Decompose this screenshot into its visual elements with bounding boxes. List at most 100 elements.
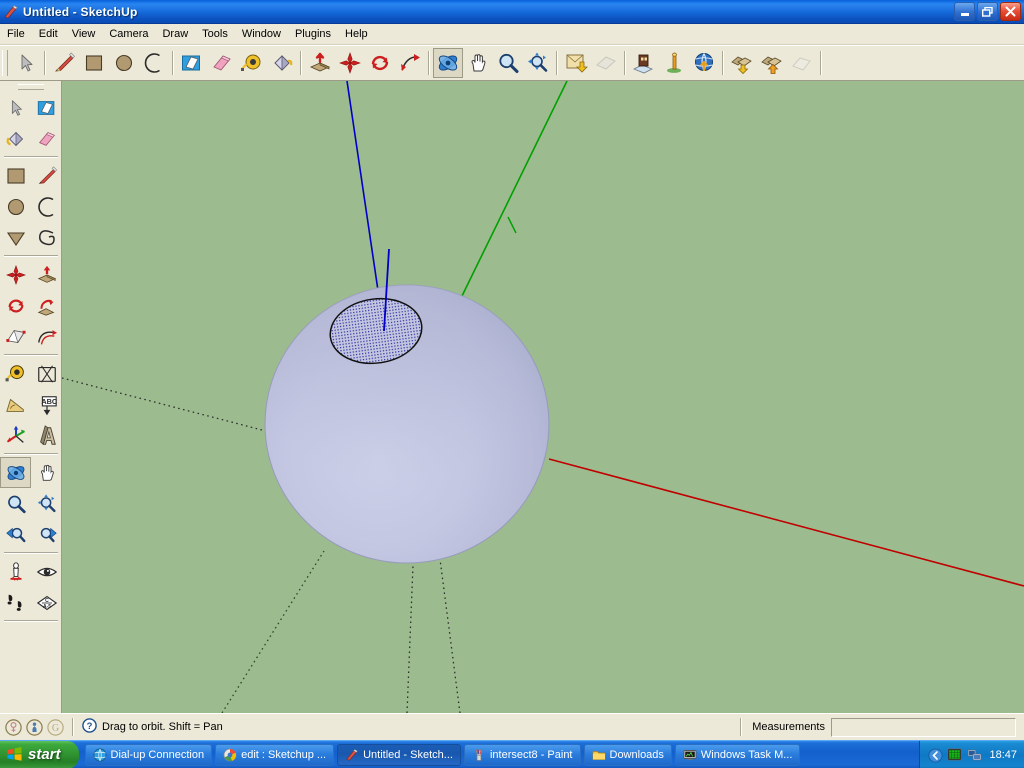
make-component-tool[interactable] xyxy=(31,92,62,123)
follow-me-tool[interactable] xyxy=(395,48,425,78)
model-viewport[interactable] xyxy=(62,81,1024,713)
previous-view-button[interactable] xyxy=(0,519,31,550)
system-clock[interactable]: 18:47 xyxy=(989,749,1017,761)
zoom-tool[interactable] xyxy=(493,48,523,78)
large-tool-set-palette: ABC C A-5 xyxy=(0,81,62,713)
question-mark-icon[interactable]: ? xyxy=(82,718,97,736)
palette-group-camera xyxy=(0,457,62,550)
arc-tool[interactable] xyxy=(139,48,169,78)
axes-tool[interactable] xyxy=(0,420,31,451)
sketchup-window: Untitled - SketchUp File Edit View Camer… xyxy=(0,0,1024,768)
zoom-extents-tool[interactable] xyxy=(523,48,553,78)
taskbar-item-downloads[interactable]: Downloads xyxy=(583,743,672,766)
system-tray: 18:47 xyxy=(919,740,1024,768)
arc-tool[interactable] xyxy=(31,191,62,222)
protractor-tool[interactable] xyxy=(0,389,31,420)
text-tool[interactable]: ABC xyxy=(31,389,62,420)
start-button[interactable]: start xyxy=(0,740,79,768)
share-component-button[interactable] xyxy=(787,48,817,78)
3d-text-tool[interactable] xyxy=(31,420,62,451)
dimension-tool[interactable] xyxy=(31,358,62,389)
rotate-tool[interactable] xyxy=(0,290,31,321)
previous-view-button[interactable] xyxy=(561,48,591,78)
line-tool[interactable] xyxy=(49,48,79,78)
taskbar-item-taskmanager[interactable]: Windows Task M... xyxy=(674,743,801,766)
menu-camera[interactable]: Camera xyxy=(102,25,155,43)
toggle-terrain-button[interactable] xyxy=(689,48,719,78)
tape-measure-tool[interactable] xyxy=(0,358,31,389)
follow-me-tool[interactable] xyxy=(31,290,62,321)
palette-grip[interactable] xyxy=(17,84,44,90)
push-pull-tool[interactable] xyxy=(305,48,335,78)
offset-tool[interactable] xyxy=(31,321,62,352)
measurements-input[interactable] xyxy=(831,717,1016,737)
restore-button[interactable] xyxy=(977,2,998,21)
polygon-tool[interactable] xyxy=(0,222,31,253)
window-controls xyxy=(954,2,1021,21)
taskbar-item-edit-sketchup[interactable]: edit : Sketchup ... xyxy=(215,743,335,766)
share-model-button[interactable] xyxy=(757,48,787,78)
get-current-view-button[interactable] xyxy=(659,48,689,78)
palette-separator xyxy=(3,453,58,455)
menu-view[interactable]: View xyxy=(65,25,103,43)
taskbar-item-label: Downloads xyxy=(609,748,664,761)
paint-bucket-tool[interactable] xyxy=(267,48,297,78)
chevron-left-icon[interactable] xyxy=(928,747,944,763)
google-icon[interactable]: G xyxy=(47,718,64,736)
eraser-tool[interactable] xyxy=(207,48,237,78)
menu-plugins[interactable]: Plugins xyxy=(288,25,338,43)
place-model-button[interactable] xyxy=(629,48,659,78)
next-view-button[interactable] xyxy=(591,48,621,78)
minimize-button[interactable] xyxy=(954,2,975,21)
get-models-button[interactable] xyxy=(727,48,757,78)
position-camera-tool[interactable] xyxy=(0,556,31,587)
taskbar-item-label: intersect8 - Paint xyxy=(489,748,573,761)
eraser-tool[interactable] xyxy=(31,123,62,154)
taskbar-item-sketchup[interactable]: Untitled - Sketch... xyxy=(337,743,461,766)
tray-network-icon[interactable] xyxy=(967,747,982,762)
orbit-tool[interactable] xyxy=(0,457,31,488)
circle-tool[interactable] xyxy=(109,48,139,78)
look-around-tool[interactable] xyxy=(31,556,62,587)
next-view-button[interactable] xyxy=(31,519,62,550)
pan-tool[interactable] xyxy=(463,48,493,78)
line-tool[interactable] xyxy=(31,160,62,191)
menu-window[interactable]: Window xyxy=(235,25,288,43)
zoom-tool[interactable] xyxy=(0,488,31,519)
taskbar-item-dialup[interactable]: Dial-up Connection xyxy=(84,743,213,766)
menu-help[interactable]: Help xyxy=(338,25,375,43)
move-tool[interactable] xyxy=(0,259,31,290)
paint-bucket-tool[interactable] xyxy=(0,123,31,154)
push-pull-tool[interactable] xyxy=(31,259,62,290)
tray-green-grid-icon[interactable] xyxy=(947,747,962,762)
select-tool[interactable] xyxy=(0,92,31,123)
toolbar-grip[interactable] xyxy=(2,50,8,76)
circle-tool[interactable] xyxy=(0,191,31,222)
menu-draw[interactable]: Draw xyxy=(155,25,195,43)
rectangle-tool[interactable] xyxy=(0,160,31,191)
freehand-tool[interactable] xyxy=(31,222,62,253)
scale-tool[interactable] xyxy=(0,321,31,352)
palette-separator xyxy=(3,255,58,257)
select-tool[interactable] xyxy=(11,48,41,78)
close-button[interactable] xyxy=(1000,2,1021,21)
taskbar-item-paint[interactable]: intersect8 - Paint xyxy=(463,743,581,766)
move-tool[interactable] xyxy=(335,48,365,78)
make-component-tool[interactable] xyxy=(177,48,207,78)
zoom-extents-tool[interactable] xyxy=(31,488,62,519)
section-plane-tool[interactable]: C A-5 xyxy=(31,587,62,618)
paint-icon xyxy=(472,748,486,762)
menu-file[interactable]: File xyxy=(0,25,32,43)
pan-tool[interactable] xyxy=(31,457,62,488)
credits-icon[interactable] xyxy=(5,718,22,736)
person-icon[interactable] xyxy=(26,718,43,736)
orbit-tool[interactable] xyxy=(433,48,463,78)
tape-measure-tool[interactable] xyxy=(237,48,267,78)
menu-tools[interactable]: Tools xyxy=(195,25,235,43)
walk-tool[interactable] xyxy=(0,587,31,618)
menu-edit[interactable]: Edit xyxy=(32,25,65,43)
palette-group-drawing xyxy=(0,160,62,253)
rotate-tool[interactable] xyxy=(365,48,395,78)
measurements-label: Measurements xyxy=(752,721,825,733)
rectangle-tool[interactable] xyxy=(79,48,109,78)
